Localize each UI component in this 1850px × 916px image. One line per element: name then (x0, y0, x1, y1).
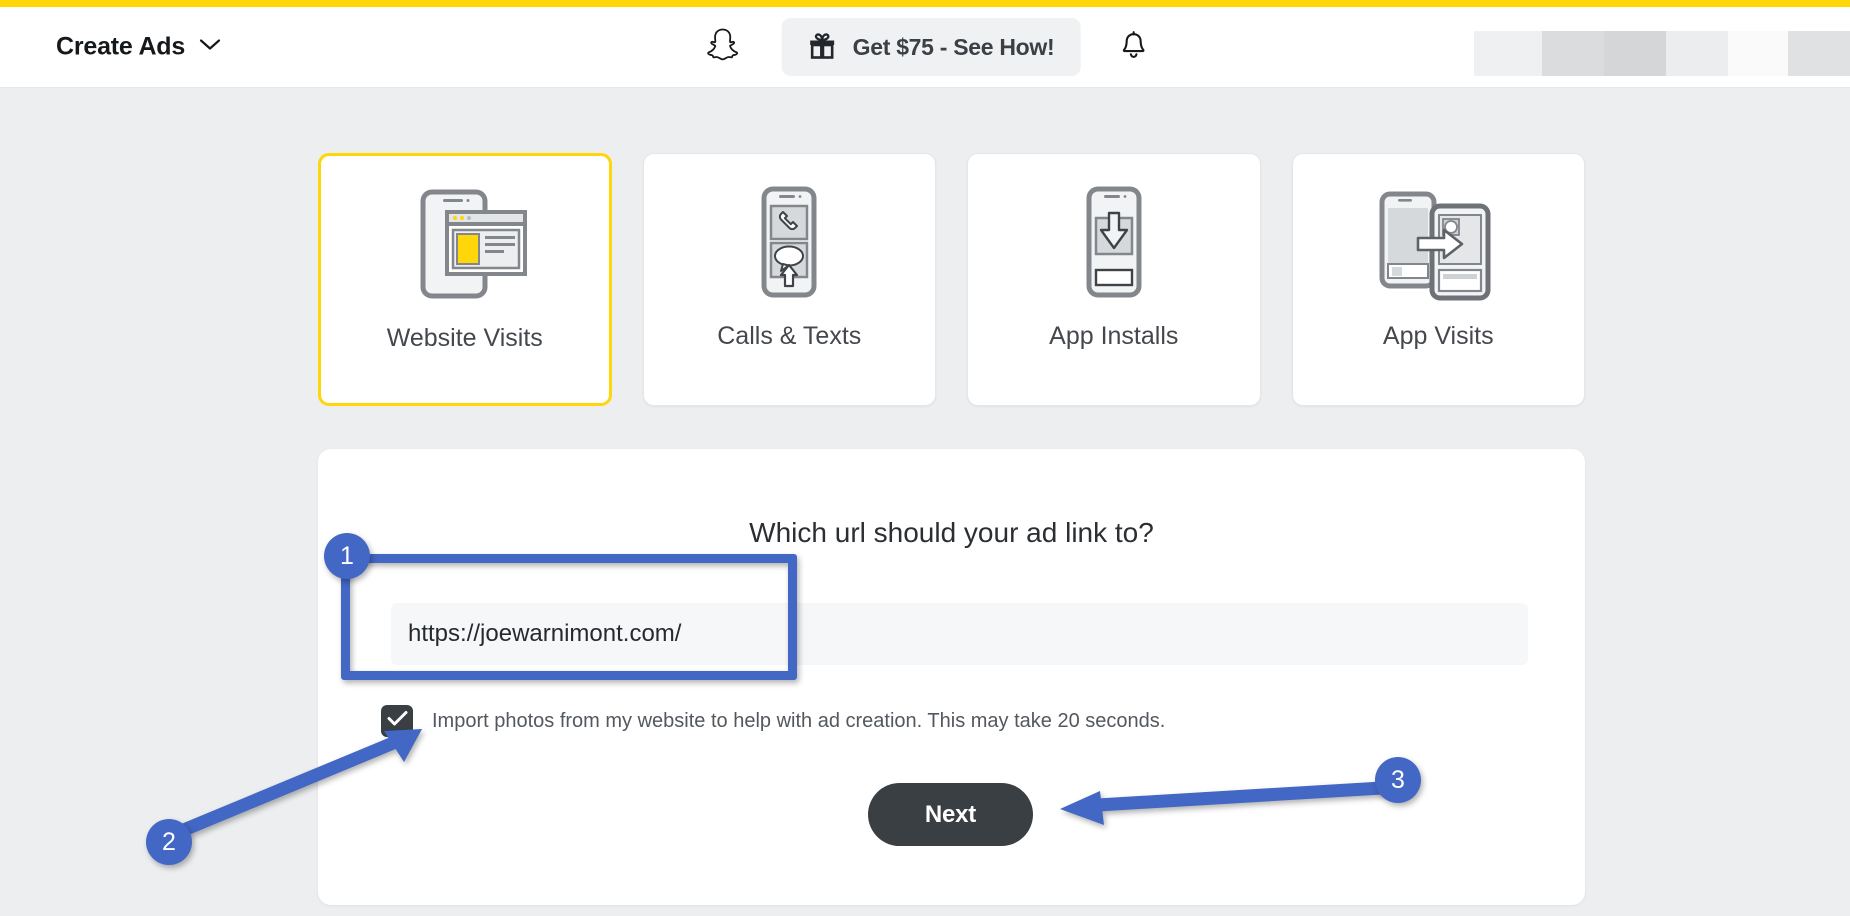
url-input[interactable]: https://joewarnimont.com/ (391, 603, 1528, 665)
objective-card-website-visits[interactable]: Website Visits (318, 153, 612, 406)
app-installs-icon (1034, 176, 1194, 308)
promo-button[interactable]: Get $75 - See How! (781, 18, 1081, 76)
objective-cards: Website Visits Calls & Texts App Install… (318, 153, 1586, 406)
header-center-cluster: Get $75 - See How! (702, 18, 1149, 76)
url-input-value: https://joewarnimont.com/ (408, 620, 682, 647)
app-header: Create Ads Get $75 - See How! (0, 7, 1850, 88)
objective-card-label: App Installs (1049, 322, 1179, 350)
promo-label: Get $75 - See How! (852, 33, 1055, 60)
skeleton-block (1604, 31, 1666, 76)
objective-card-calls-texts[interactable]: Calls & Texts (642, 153, 937, 406)
skeleton-block (1542, 31, 1604, 76)
website-visits-icon (385, 178, 545, 310)
app-visits-icon (1358, 176, 1518, 308)
objective-card-label: Website Visits (386, 324, 543, 352)
page-title: Create Ads (56, 32, 186, 61)
check-icon (387, 710, 408, 732)
gift-icon (808, 31, 837, 63)
import-photos-row: Import photos from my website to help wi… (381, 705, 1165, 737)
bell-icon[interactable] (1118, 30, 1148, 65)
skeleton-block (1474, 31, 1542, 76)
next-button[interactable]: Next (868, 783, 1033, 846)
skeleton-block (1666, 31, 1728, 76)
skeleton-block (1728, 31, 1788, 76)
objective-card-app-visits[interactable]: App Visits (1291, 153, 1586, 406)
objective-card-label: App Visits (1382, 322, 1494, 350)
brand-menu[interactable]: Create Ads (56, 33, 221, 62)
top-accent-bar (0, 0, 1850, 7)
skeleton-block (1788, 31, 1850, 76)
form-heading: Which url should your ad link to? (749, 517, 1154, 548)
objective-card-label: Calls & Texts (717, 322, 862, 350)
account-loading-skeleton (1474, 31, 1850, 76)
snapchat-ghost-icon[interactable] (702, 24, 744, 71)
import-photos-label: Import photos from my website to help wi… (432, 709, 1166, 732)
chevron-down-icon[interactable] (199, 38, 221, 57)
page-root: Create Ads Get $75 - See How! Website Vi… (0, 0, 1850, 916)
import-photos-checkbox[interactable] (381, 705, 413, 737)
calls-texts-icon (709, 176, 869, 308)
objective-card-app-installs[interactable]: App Installs (967, 153, 1261, 406)
annotation-marker-2: 2 (146, 819, 192, 865)
